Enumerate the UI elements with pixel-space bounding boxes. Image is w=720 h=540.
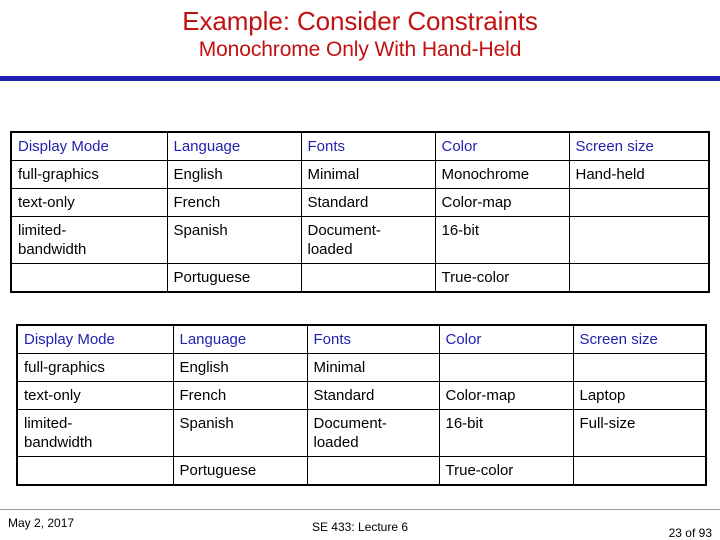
table-cell: [568, 263, 710, 293]
table-cell: limited- bandwidth: [10, 216, 168, 264]
table-cell: Portuguese: [172, 456, 308, 486]
table-cell: [572, 353, 707, 382]
table-cell: Spanish: [172, 409, 308, 457]
table-cell: Hand-held: [568, 160, 710, 189]
column-header-screen-size: Screen size: [572, 324, 707, 354]
slide-title-block: Example: Consider Constraints Monochrome…: [0, 0, 720, 63]
table-cell: Standard: [300, 188, 436, 217]
table-row: limited- bandwidth Spanish Document- loa…: [10, 216, 710, 264]
table-cell: Minimal: [306, 353, 440, 382]
column-header-screen-size: Screen size: [568, 131, 710, 161]
table-cell: True-color: [434, 263, 570, 293]
table-cell: [568, 188, 710, 217]
table-cell: Document- loaded: [306, 409, 440, 457]
table-cell: [300, 263, 436, 293]
table-row: full-graphics English Minimal: [16, 353, 707, 382]
column-header-color: Color: [438, 324, 574, 354]
slide-footer: May 2, 2017 SE 433: Lecture 6 23 of 93: [0, 512, 720, 540]
column-header-language: Language: [172, 324, 308, 354]
page-title: Example: Consider Constraints: [182, 6, 538, 36]
table-row: full-graphics English Minimal Monochrome…: [10, 160, 710, 189]
page-subtitle: Monochrome Only With Hand-Held: [198, 38, 522, 61]
table-cell: Color-map: [434, 188, 570, 217]
table-cell: English: [166, 160, 302, 189]
footer-course-label: SE 433: Lecture 6: [311, 520, 409, 534]
table-cell: Monochrome: [434, 160, 570, 189]
table-cell: full-graphics: [16, 353, 174, 382]
table-cell: [10, 263, 168, 293]
column-header-display-mode: Display Mode: [10, 131, 168, 161]
table-cell: Full-size: [572, 409, 707, 457]
table-cell: French: [172, 381, 308, 410]
table-cell: Portuguese: [166, 263, 302, 293]
column-header-fonts: Fonts: [300, 131, 436, 161]
table-cell: text-only: [10, 188, 168, 217]
table-cell: full-graphics: [10, 160, 168, 189]
constraints-table-two: Display Mode Language Fonts Color Screen…: [16, 324, 707, 486]
table-cell: Minimal: [300, 160, 436, 189]
table-row: text-only French Standard Color-map: [10, 188, 710, 217]
table-row: Portuguese True-color: [10, 263, 710, 293]
table-cell: Spanish: [166, 216, 302, 264]
table-cell: Document- loaded: [300, 216, 436, 264]
table-cell: limited- bandwidth: [16, 409, 174, 457]
table-cell: English: [172, 353, 308, 382]
table-cell: 16-bit: [438, 409, 574, 457]
column-header-color: Color: [434, 131, 570, 161]
footer-divider: [0, 509, 720, 510]
table-cell: Laptop: [572, 381, 707, 410]
table-cell: Standard: [306, 381, 440, 410]
column-header-language: Language: [166, 131, 302, 161]
table-row: text-only French Standard Color-map Lapt…: [16, 381, 707, 410]
column-header-fonts: Fonts: [306, 324, 440, 354]
footer-page-number: 23 of 93: [668, 526, 712, 540]
table-row: Portuguese True-color: [16, 456, 707, 486]
table-cell: [16, 456, 174, 486]
title-divider: [0, 76, 720, 81]
column-header-display-mode: Display Mode: [16, 324, 174, 354]
table-cell: [438, 353, 574, 382]
table-cell: 16-bit: [434, 216, 570, 264]
table-cell: [306, 456, 440, 486]
table-cell: [568, 216, 710, 264]
table-cell: [572, 456, 707, 486]
table-header-row: Display Mode Language Fonts Color Screen…: [16, 324, 707, 354]
constraints-table-one: Display Mode Language Fonts Color Screen…: [10, 131, 710, 293]
table-cell: Color-map: [438, 381, 574, 410]
table-cell: True-color: [438, 456, 574, 486]
table-cell: French: [166, 188, 302, 217]
table-cell: text-only: [16, 381, 174, 410]
table-header-row: Display Mode Language Fonts Color Screen…: [10, 131, 710, 161]
table-row: limited- bandwidth Spanish Document- loa…: [16, 409, 707, 457]
